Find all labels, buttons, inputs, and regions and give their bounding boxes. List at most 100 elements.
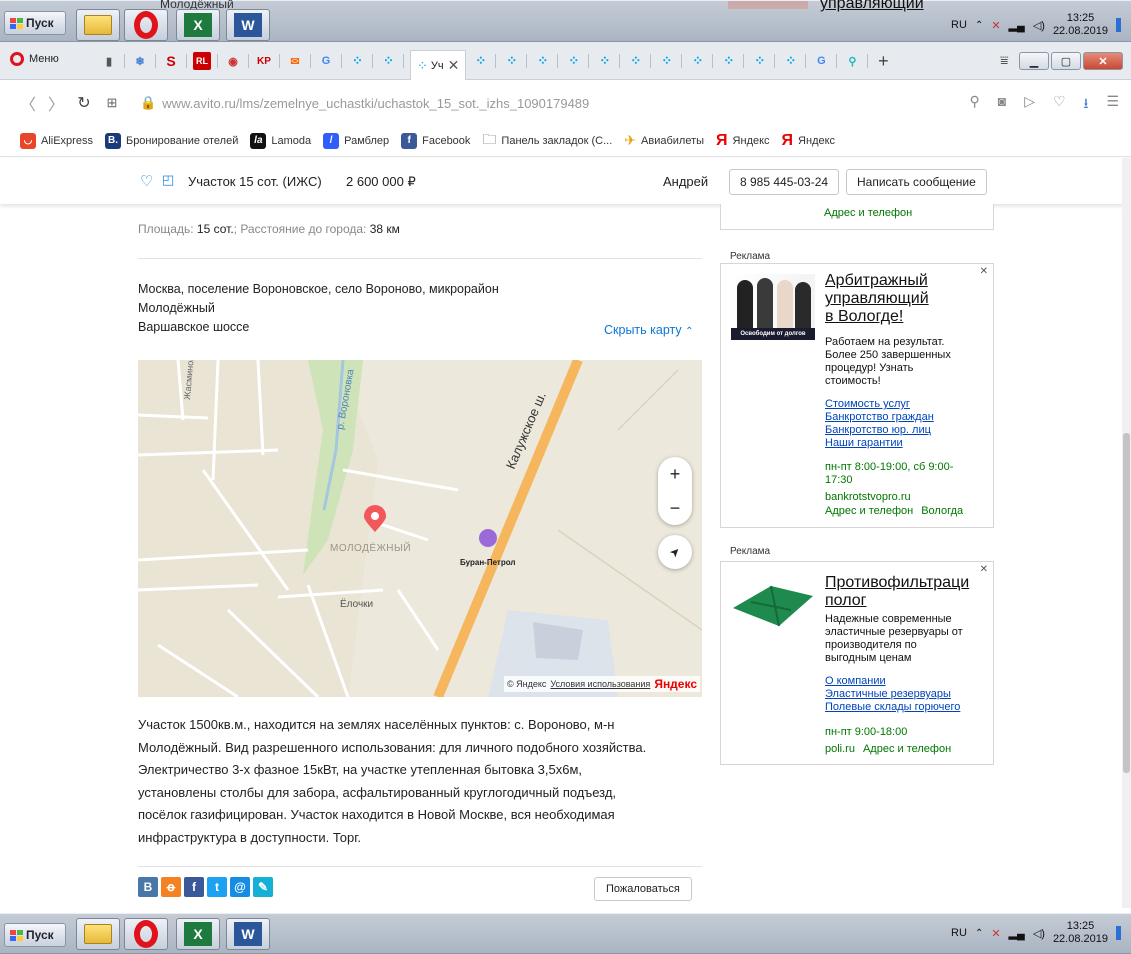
ad-contacts-link[interactable]: Адрес и телефон — [825, 505, 913, 518]
ad-domain[interactable]: bankrotstvopro.ru — [825, 491, 911, 504]
close-window-button[interactable]: ✕ — [1083, 52, 1123, 70]
avito-tab-icon[interactable]: ⁘ — [533, 52, 551, 70]
bookmark-facebook[interactable]: f Facebook — [401, 132, 470, 149]
facebook-share-icon[interactable]: f — [184, 877, 204, 897]
excel-taskbar-icon[interactable]: X — [176, 918, 220, 950]
ad-title[interactable]: Арбитражный управляющий в Вологде! — [825, 272, 929, 326]
bookmark-rambler[interactable]: / Рамблер — [323, 132, 389, 149]
snowflake-tab-icon[interactable]: ❄ — [131, 52, 149, 70]
ad-contacts-link[interactable]: Адрес и телефон — [863, 743, 951, 756]
back-icon[interactable]: 〈 — [14, 91, 42, 115]
bookmark-yandex-1[interactable]: Я Яндекс — [716, 132, 770, 150]
ad-link[interactable]: Полевые склады горючего — [825, 701, 960, 714]
send-icon[interactable]: ▷ — [1024, 93, 1035, 117]
reload-icon[interactable]: ↻ — [70, 93, 98, 113]
search-icon[interactable]: ⚲ — [969, 93, 979, 117]
google-tab-icon[interactable]: G — [317, 52, 335, 70]
kp-tab-icon[interactable]: KP — [255, 52, 273, 70]
avito-tab-icon[interactable]: ⁘ — [626, 52, 644, 70]
url-field[interactable]: www.avito.ru/lms/zemelnye_uchastki/uchas… — [162, 96, 589, 111]
opera-menu-button[interactable]: Меню — [10, 52, 59, 66]
geolocation-button[interactable]: ➤ — [658, 535, 692, 569]
start-button[interactable]: Пуск — [4, 923, 66, 947]
settings-icon[interactable]: ☰ — [1106, 93, 1119, 117]
avito-tab-icon[interactable]: ⁘ — [471, 52, 489, 70]
google-tab-icon[interactable]: G — [812, 52, 830, 70]
network-icon[interactable]: ✕ — [991, 19, 1000, 32]
bookmark-lamoda[interactable]: la Lamoda — [250, 132, 311, 149]
location-tab-icon[interactable]: ⚲ — [843, 52, 861, 70]
language-indicator[interactable]: RU — [951, 927, 967, 939]
opera-taskbar-icon[interactable] — [124, 918, 168, 950]
eye-tab-icon[interactable]: ◉ — [224, 52, 242, 70]
avito-tab-icon[interactable]: ⁘ — [595, 52, 613, 70]
ad-block-1[interactable]: ✕ Освободим от долгов Арбитражный управл… — [720, 263, 994, 528]
livejournal-share-icon[interactable]: ✎ — [253, 877, 273, 897]
zoom-in-button[interactable]: + — [658, 457, 692, 491]
bookmark-aviabilety[interactable]: ✈ Авиабилеты — [624, 132, 704, 149]
avito-tab-icon[interactable]: ⁘ — [379, 52, 397, 70]
volume-icon[interactable]: ◁) — [1033, 927, 1045, 940]
word-taskbar-icon[interactable]: W — [226, 918, 270, 950]
close-tab-icon[interactable]: ✕ — [448, 57, 460, 74]
avito-tab-icon[interactable]: ⁘ — [657, 52, 675, 70]
explorer-taskbar-icon[interactable] — [76, 918, 120, 950]
ad-link[interactable]: Наши гарантии — [825, 437, 934, 450]
minimize-button[interactable]: ▁ — [1019, 52, 1049, 70]
mailru-share-icon[interactable]: @ — [230, 877, 250, 897]
mail-tab-icon[interactable]: ✉ — [286, 52, 304, 70]
bookmark-yandex-2[interactable]: Я Яндекс — [782, 132, 836, 150]
network-icon[interactable]: ✕ — [991, 927, 1000, 940]
chevron-up-icon[interactable]: ⌃ — [975, 928, 983, 939]
avito-tab-icon[interactable]: ⁘ — [348, 52, 366, 70]
ad-link[interactable]: О компании — [825, 675, 960, 688]
ad-title[interactable]: Противофильтраци полог — [825, 574, 969, 610]
language-indicator[interactable]: RU — [951, 19, 967, 31]
clock[interactable]: 13:25 22.08.2019 — [1053, 920, 1108, 946]
ad-link[interactable]: Банкротство юр. лиц — [825, 424, 934, 437]
ad-domain[interactable]: poli.ru — [825, 743, 855, 756]
avito-tab-icon[interactable]: ⁘ — [564, 52, 582, 70]
heart-icon[interactable]: ♡ — [1053, 93, 1066, 117]
vk-share-icon[interactable]: B — [138, 877, 158, 897]
volume-icon[interactable]: ◁) — [1033, 19, 1045, 32]
bookmark-booking[interactable]: B. Бронирование отелей — [104, 132, 238, 149]
close-icon[interactable]: ✕ — [980, 266, 988, 277]
chevron-up-icon[interactable]: ⌃ — [975, 20, 983, 31]
avito-tab-icon[interactable]: ⁘ — [781, 52, 799, 70]
start-button[interactable]: Пуск — [4, 11, 66, 35]
camera-icon[interactable]: ◙ — [998, 93, 1006, 117]
explorer-taskbar-icon[interactable] — [76, 9, 120, 41]
file-tab-icon[interactable]: ▮ — [100, 52, 118, 70]
twitter-share-icon[interactable]: t — [207, 877, 227, 897]
zoom-out-button[interactable]: − — [658, 491, 692, 525]
show-desktop-icon[interactable] — [1116, 18, 1121, 32]
bookmark-folder[interactable]: 🗀 Панель закладок (С... — [482, 129, 612, 153]
map-terms-link[interactable]: Условия использования — [550, 679, 650, 689]
avito-tab-icon[interactable]: ⁘ — [688, 52, 706, 70]
phone-button[interactable]: 8 985 445-03-24 — [729, 169, 840, 195]
close-icon[interactable]: ✕ — [980, 564, 988, 575]
report-button[interactable]: Пожаловаться — [594, 877, 692, 901]
new-tab-icon[interactable]: + — [874, 51, 892, 71]
forward-icon[interactable]: 〉 — [42, 91, 70, 115]
notes-icon[interactable]: ◰ — [162, 172, 174, 188]
scrollbar-thumb[interactable] — [1123, 433, 1130, 773]
clock[interactable]: 13:25 22.08.2019 — [1053, 12, 1108, 38]
bookmark-aliexpress[interactable]: ◡ AliExpress — [20, 132, 93, 149]
message-button[interactable]: Написать сообщение — [846, 169, 987, 195]
active-tab[interactable]: ⁘ Уч ✕ — [410, 50, 467, 80]
ok-share-icon[interactable]: ꝋ — [161, 877, 181, 897]
ad-block-2[interactable]: ✕ Противофильтраци полог Надежные соврем… — [720, 561, 994, 765]
seller-name[interactable]: Андрей — [663, 174, 708, 189]
s-tab-icon[interactable]: S — [162, 52, 180, 70]
signal-icon[interactable]: ▂▄ — [1009, 927, 1025, 940]
ad-contacts-link[interactable]: Адрес и телефон — [824, 207, 912, 220]
show-desktop-icon[interactable] — [1116, 926, 1121, 940]
ad-link[interactable]: Эластичные резервуары — [825, 688, 960, 701]
word-taskbar-icon[interactable]: W — [226, 9, 270, 41]
map[interactable]: Калужское ш. р. Вороновка Жасминов МОЛОД… — [138, 360, 702, 697]
ad-link[interactable]: Стоимость услуг — [825, 398, 934, 411]
ad-link[interactable]: Банкротство граждан — [825, 411, 934, 424]
download-icon[interactable]: ⭳ — [1084, 93, 1089, 117]
